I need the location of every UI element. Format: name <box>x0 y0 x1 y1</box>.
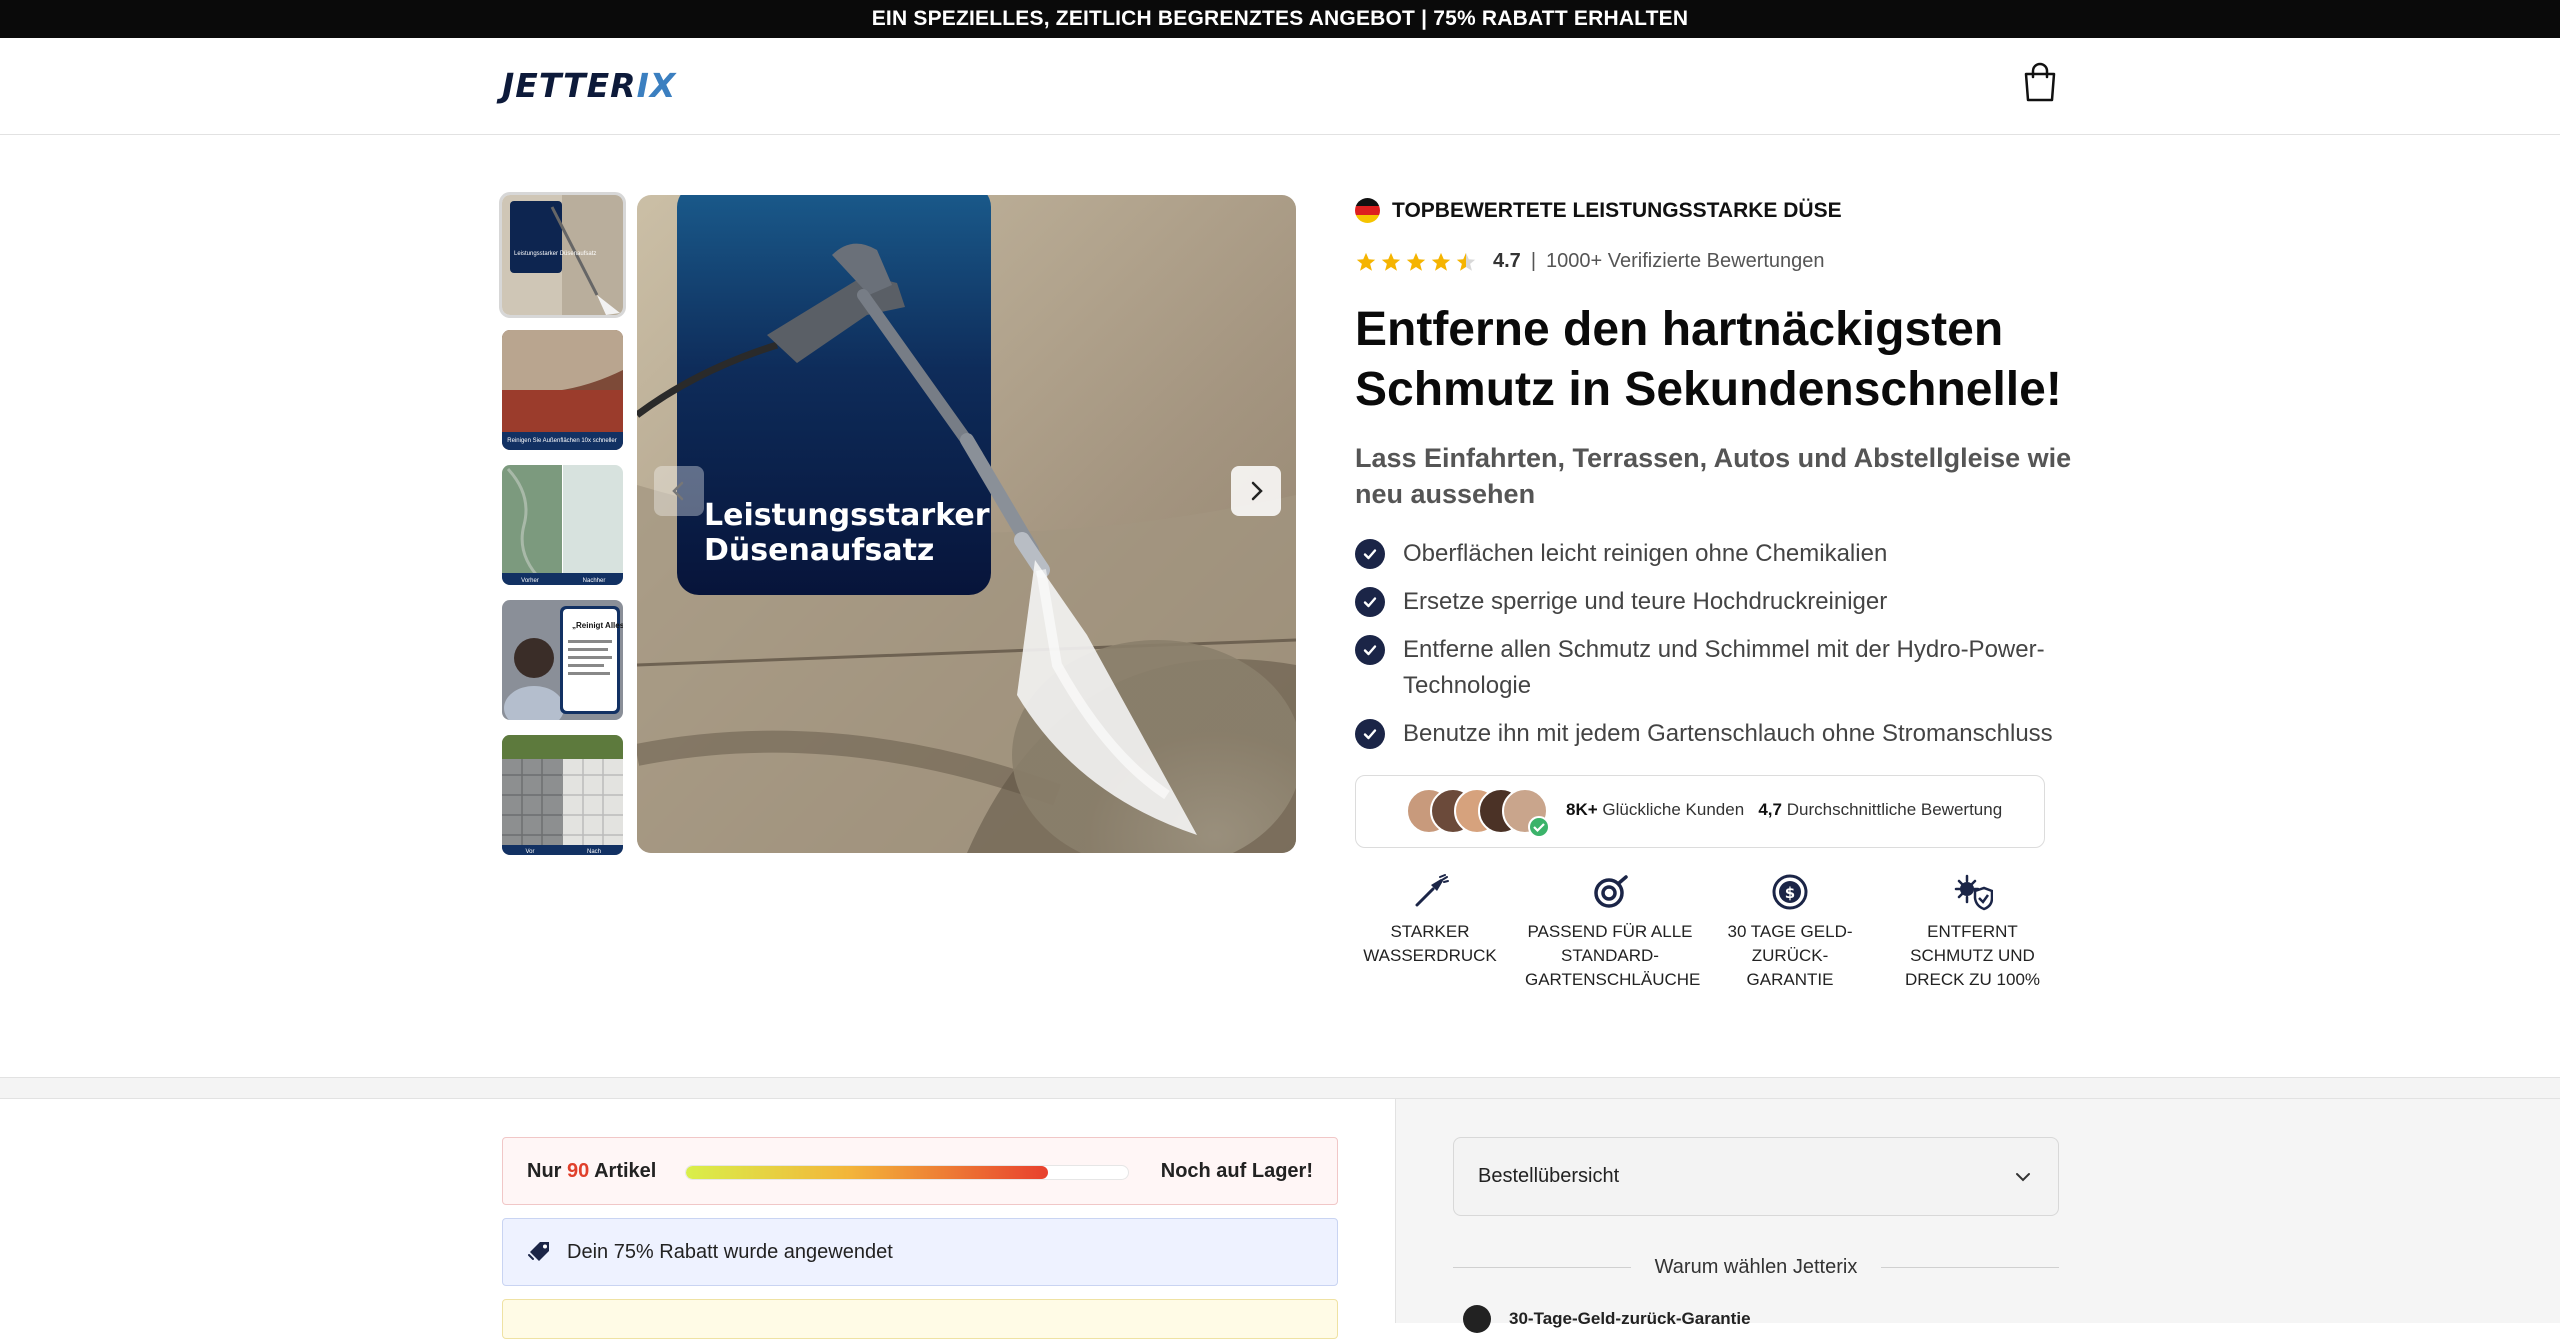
star-icon <box>1406 252 1426 271</box>
gallery-prev-button[interactable] <box>654 466 704 516</box>
section-divider <box>0 1077 2560 1099</box>
average-rating-label: Durchschnittliche Bewertung <box>1786 800 2003 819</box>
usp-label: STARKER WASSERDRUCK <box>1363 922 1497 965</box>
usp-label: 30 TAGE GELD-ZURÜCK-GARANTIE <box>1727 922 1853 989</box>
feature-list: Oberflächen leicht reinigen ohne Chemika… <box>1355 536 2075 764</box>
info-banner <box>502 1299 1338 1339</box>
half-star-icon <box>1456 252 1476 271</box>
average-rating: 4,7 <box>1758 800 1782 819</box>
feature-text: Benutze ihn mit jedem Gartenschlauch ohn… <box>1403 720 2053 747</box>
thumb-caption-right: Nachher <box>583 578 606 584</box>
usp-garden-hose: PASSEND FÜR ALLE STANDARD-GARTENSCHLÄUCH… <box>1525 870 1701 992</box>
customer-count: 8K+ <box>1566 800 1598 819</box>
verified-icon <box>1528 816 1550 838</box>
feature-item: Oberflächen leicht reinigen ohne Chemika… <box>1355 536 2075 572</box>
stock-suffix: Artikel <box>594 1160 657 1182</box>
logo-accent: IX <box>636 66 677 105</box>
thumb-caption-left: Vor <box>525 849 534 855</box>
order-summary-label: Bestellübersicht <box>1478 1165 1620 1187</box>
stock-progress-fill <box>686 1166 1049 1179</box>
stock-prefix: Nur <box>527 1160 562 1182</box>
thumb-caption-right: Nach <box>587 849 601 855</box>
thumb-caption: Leistungsstarker Düsenaufsatz <box>514 251 596 257</box>
star-icon <box>1381 252 1401 271</box>
gallery-next-button[interactable] <box>1231 466 1281 516</box>
product-badge: TOPBEWERTETE LEISTUNGSSTARKE DÜSE <box>1355 198 1842 223</box>
stock-status: Noch auf Lager! <box>1160 1160 1313 1182</box>
why-heading: Warum wählen Jetterix <box>1453 1252 2059 1282</box>
chevron-left-icon <box>672 481 684 501</box>
chevron-right-icon <box>1251 481 1263 501</box>
usp-water-pressure: STARKER WASSERDRUCK <box>1355 870 1505 968</box>
order-summary-toggle[interactable]: Bestellübersicht <box>1453 1137 2059 1216</box>
usp-label: ENTFERNT SCHMUTZ UND DRECK ZU 100% <box>1904 922 2041 989</box>
thumbnail-red-tiles[interactable]: Reinigen Sie Außenflächen 10x schneller <box>502 330 623 450</box>
stock-indicator: Nur 90 Artikel Noch auf Lager! <box>502 1137 1338 1205</box>
rating-count: 1000+ Verifizierte Bewertungen <box>1546 250 1825 272</box>
main-product-image[interactable]: Leistungsstarker Düsenaufsatz <box>637 195 1296 853</box>
thumbnail-pavers[interactable]: Vor Nach <box>502 735 623 855</box>
site-header: JETTERIX <box>0 38 2560 135</box>
check-icon <box>1355 719 1385 749</box>
divider-line <box>1453 1266 1631 1268</box>
thumbnail-review[interactable]: „Reinigt Alles“ <box>502 600 623 720</box>
guarantee-item: 30-Tage-Geld-zurück-Garantie <box>1463 1305 1751 1333</box>
logo-main: JETTER <box>502 66 637 105</box>
money-back-icon <box>1463 1305 1491 1333</box>
product-subtitle: Lass Einfahrten, Terrassen, Autos und Ab… <box>1355 443 2072 509</box>
divider-line <box>1881 1266 2059 1268</box>
feature-text: Entferne allen Schmutz und Schimmel mit … <box>1403 636 2045 699</box>
customer-count-label: Glückliche Kunden <box>1602 800 1745 819</box>
chevron-down-icon <box>2016 1173 2030 1182</box>
guarantee-text: 30-Tage-Geld-zurück-Garantie <box>1509 1309 1751 1328</box>
usp-removes-dirt: ENTFERNT SCHMUTZ UND DRECK ZU 100% <box>1900 870 2045 992</box>
german-flag-icon <box>1355 198 1380 223</box>
social-proof-text: 8K+ Glückliche Kunden 4,7 Durchschnittli… <box>1566 800 2002 820</box>
stock-progress-bar <box>685 1165 1129 1180</box>
hose-icon <box>1594 875 1628 908</box>
feature-item: Benutze ihn mit jedem Gartenschlauch ohn… <box>1355 716 2075 752</box>
rating-score: 4.7 <box>1493 250 1521 272</box>
tag-icon <box>528 1242 549 1261</box>
thumb-caption-left: Vorher <box>521 578 539 584</box>
thumbnail-nozzle[interactable]: Leistungsstarker Düsenaufsatz <box>499 192 626 318</box>
money-back-icon: $ <box>1772 874 1808 910</box>
feature-text: Ersetze sperrige und teure Hochdruckrein… <box>1403 588 1888 615</box>
svg-text:$: $ <box>1785 884 1795 902</box>
thumbnail-before-after[interactable]: Vorher Nachher <box>502 465 623 585</box>
product-title: Entferne den hartnäckigsten Schmutz in S… <box>1355 303 2062 416</box>
rating-separator: | <box>1530 250 1537 272</box>
star-icon <box>1356 252 1376 271</box>
badge-text: TOPBEWERTETE LEISTUNGSSTARKE DÜSE <box>1392 198 1842 222</box>
check-icon <box>1355 635 1385 665</box>
checkout-left-column <box>0 1099 1395 1323</box>
feature-text: Oberflächen leicht reinigen ohne Chemika… <box>1403 540 1888 567</box>
stock-count: Nur 90 Artikel <box>527 1160 656 1183</box>
usp-label: PASSEND FÜR ALLE STANDARD-GARTENSCHLÄUCH… <box>1525 922 1701 989</box>
discount-banner: Dein 75% Rabatt wurde angewendet <box>502 1218 1338 1286</box>
why-title: Warum wählen Jetterix <box>1654 1255 1858 1278</box>
thumb-caption: Reinigen Sie Außenflächen 10x schneller <box>507 438 616 444</box>
social-proof-box: 8K+ Glückliche Kunden 4,7 Durchschnittli… <box>1355 775 2045 848</box>
logo[interactable]: JETTERIX <box>502 66 676 105</box>
feature-item: Entferne allen Schmutz und Schimmel mit … <box>1355 632 2075 704</box>
usp-money-back: $ 30 TAGE GELD-ZURÜCK-GARANTIE <box>1720 870 1860 992</box>
star-rating <box>1355 251 1477 273</box>
rating-row[interactable]: 4.7 | 1000+ Verifizierte Bewertungen <box>1355 250 1825 273</box>
announcement-bar: EIN SPEZIELLES, ZEITLICH BEGRENZTES ANGE… <box>0 0 2560 38</box>
check-icon <box>1355 587 1385 617</box>
thumb-caption: „Reinigt Alles“ <box>572 621 623 630</box>
discount-text: Dein 75% Rabatt wurde angewendet <box>567 1240 893 1263</box>
usp-row: STARKER WASSERDRUCK PASSEND FÜR ALLE STA… <box>1355 870 2055 1000</box>
check-icon <box>1355 539 1385 569</box>
germ-shield-icon <box>1954 874 1993 911</box>
stock-number: 90 <box>567 1160 590 1182</box>
announcement-text: EIN SPEZIELLES, ZEITLICH BEGRENZTES ANGE… <box>871 7 1689 30</box>
star-icon <box>1431 252 1451 271</box>
shopping-bag-icon[interactable] <box>2022 62 2058 102</box>
feature-item: Ersetze sperrige und teure Hochdruckrein… <box>1355 584 2075 620</box>
nozzle-icon <box>1415 874 1449 907</box>
customer-avatars <box>1406 788 1556 838</box>
